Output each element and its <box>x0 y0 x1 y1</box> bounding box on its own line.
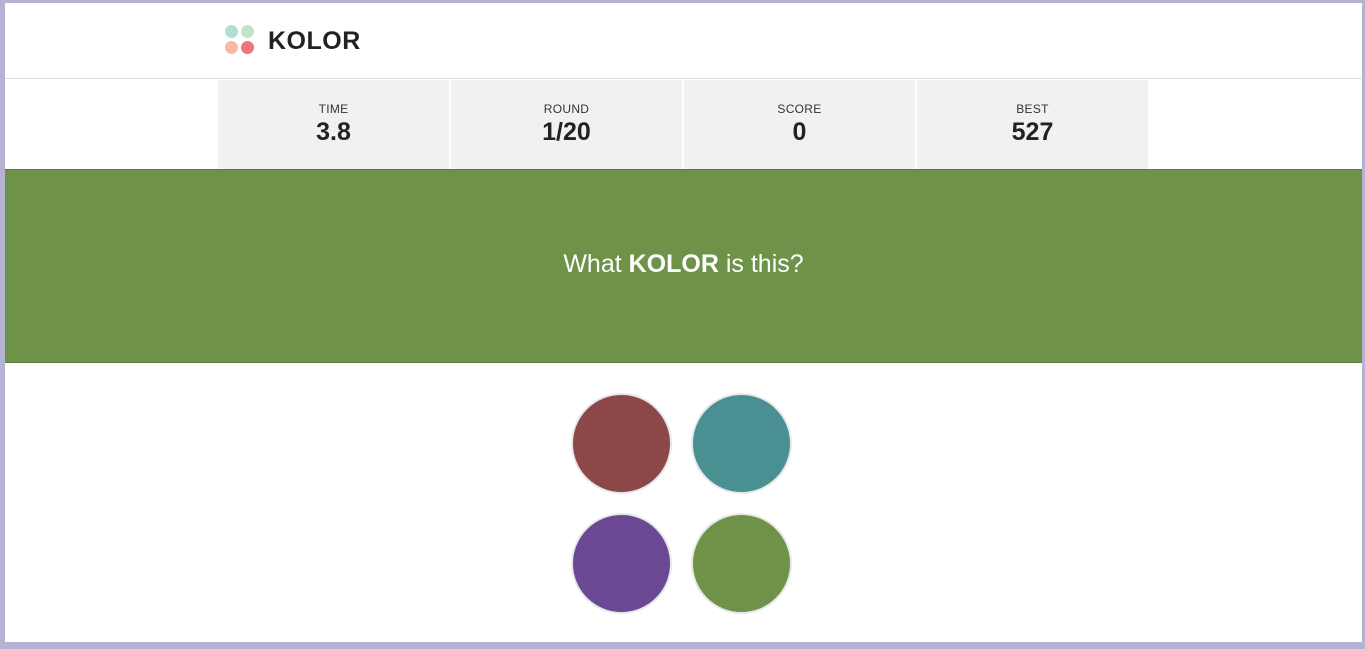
stats-bar: TIME 3.8 ROUND 1/20 SCORE 0 BEST 527 <box>218 80 1148 169</box>
question-suffix: is this? <box>718 250 804 278</box>
question-prefix: What <box>563 250 629 278</box>
stat-round: ROUND 1/20 <box>451 80 682 169</box>
color-option-4[interactable] <box>691 513 792 614</box>
stat-label: BEST <box>1016 102 1049 116</box>
logo-dot <box>225 41 238 54</box>
question-banner: What KOLOR is this? <box>5 169 1362 363</box>
header: KOLOR <box>5 3 1362 79</box>
game-window: KOLOR TIME 3.8 ROUND 1/20 SCORE 0 BEST 5… <box>5 3 1362 642</box>
stat-score: SCORE 0 <box>684 80 915 169</box>
stat-time: TIME 3.8 <box>218 80 449 169</box>
stat-value: 527 <box>1011 118 1054 146</box>
logo-dot <box>241 41 254 54</box>
stat-label: ROUND <box>543 102 590 116</box>
stat-label: SCORE <box>777 102 822 116</box>
stat-value: 3.8 <box>316 118 351 146</box>
color-option-3[interactable] <box>571 513 672 614</box>
question-text: What KOLOR is this? <box>5 250 1362 279</box>
brand-title[interactable]: KOLOR <box>268 27 361 56</box>
logo-icon[interactable] <box>225 25 255 55</box>
stat-label: TIME <box>318 102 349 116</box>
color-option-1[interactable] <box>571 393 672 494</box>
answer-grid <box>571 393 793 615</box>
stat-best: BEST 527 <box>917 80 1148 169</box>
stat-value: 1/20 <box>542 118 591 146</box>
question-emphasis: KOLOR <box>628 250 719 278</box>
logo-dot <box>241 25 254 38</box>
color-option-2[interactable] <box>691 393 792 494</box>
logo-dot <box>225 25 238 38</box>
stat-value: 0 <box>792 118 807 146</box>
